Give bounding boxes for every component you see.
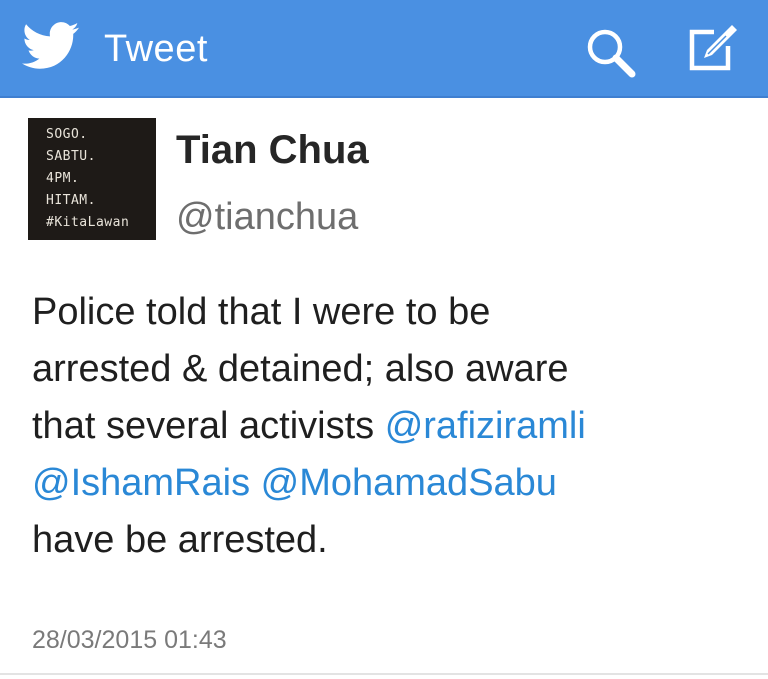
tweet-line: have be arrested. (32, 519, 328, 561)
app-header: Tweet (0, 0, 768, 98)
tweet-line: that several activists @rafiziramli (32, 398, 752, 455)
tweet-timestamp: 28/03/2015 01:43 (32, 626, 227, 654)
page-title: Tweet (104, 28, 208, 70)
compose-icon[interactable] (680, 20, 742, 78)
tweet-line-space (250, 462, 261, 504)
avatar[interactable]: SOGO. SABTU. 4PM. HITAM. #KitaLawan (28, 118, 156, 240)
twitter-bird-icon[interactable] (22, 20, 80, 72)
author-handle[interactable]: @tianchua (176, 196, 358, 239)
avatar-text-line: SABTU. (46, 149, 96, 164)
tweet-line: Police told that I were to be (32, 291, 491, 333)
divider (0, 673, 768, 675)
tweet-line-text: that several activists (32, 405, 385, 447)
mention-link-rafiziramli[interactable]: @rafiziramli (385, 405, 586, 447)
avatar-text-line: #KitaLawan (46, 215, 130, 230)
search-icon[interactable] (582, 24, 640, 82)
avatar-text-line: SOGO. (46, 127, 88, 142)
tweet-line: @IshamRais @MohamadSabu (32, 455, 752, 512)
tweet-text: Police told that I were to be arrested &… (32, 284, 752, 569)
mention-link-ishamrais[interactable]: @IshamRais (32, 462, 250, 504)
tweet-line: arrested & detained; also aware (32, 348, 569, 390)
avatar-text-line: 4PM. (46, 171, 80, 186)
avatar-text-line: HITAM. (46, 193, 96, 208)
mention-link-mohamadsabu[interactable]: @MohamadSabu (261, 462, 557, 504)
author-name[interactable]: Tian Chua (176, 128, 369, 173)
tweet-card: SOGO. SABTU. 4PM. HITAM. #KitaLawan Tian… (0, 98, 768, 679)
